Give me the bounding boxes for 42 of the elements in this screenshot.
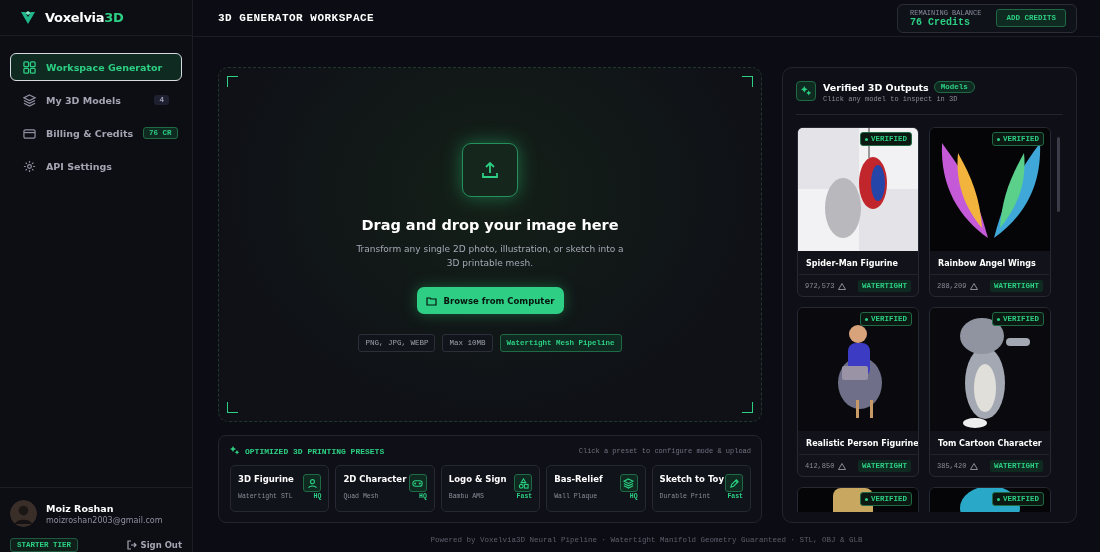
- model-title: Rainbow Angel Wings: [931, 251, 1049, 275]
- triangle-icon: [970, 462, 979, 470]
- shapes-icon: [517, 477, 529, 489]
- user-email: moizroshan2003@gmail.com: [46, 515, 163, 525]
- outputs-title: Verified 3D Outputs: [823, 81, 929, 93]
- grid-icon: [23, 60, 36, 74]
- layers-icon: [623, 477, 635, 489]
- scrollbar[interactable]: [1057, 137, 1060, 212]
- gamepad-icon: [412, 477, 424, 489]
- preset-name: 2D Character: [343, 474, 407, 484]
- drop-description: Transform any single 2D photo, illustration, or sketch into a 3D printable mesh.: [355, 243, 625, 270]
- pen-icon: [728, 477, 740, 489]
- triangle-icon: [838, 462, 847, 470]
- model-title: Tom Cartoon Character: [931, 431, 1049, 455]
- sign-out-button[interactable]: Sign Out: [126, 540, 182, 550]
- model-title: Realistic Person Figurine: [799, 431, 917, 455]
- presets-title: OPTIMIZED 3D PRINTING PRESETS: [245, 446, 385, 456]
- balance-value: 76 Credits: [910, 16, 972, 28]
- brand-name: Voxelvia3D: [45, 10, 124, 25]
- preset-name: Bas-Relief: [554, 474, 603, 484]
- triangle-icon: [838, 282, 847, 290]
- sign-out-icon: [126, 540, 137, 550]
- model-title: Spider-Man Figurine: [799, 251, 917, 275]
- triangle-icon: [970, 282, 979, 290]
- avatar: [10, 500, 37, 527]
- nav-item[interactable]: API Settings: [10, 152, 182, 180]
- user-name: Moiz Roshan: [46, 502, 115, 514]
- preset-name: 3D Figurine: [238, 474, 294, 484]
- folder-icon: [425, 295, 437, 306]
- sparkle-icon: [800, 85, 812, 97]
- sparkle-icon: [230, 446, 240, 456]
- browse-button[interactable]: Browse from Computer: [416, 287, 564, 314]
- upload-icon: [480, 160, 500, 180]
- preset-name: Sketch to Toy: [659, 474, 724, 484]
- card-icon: [23, 126, 36, 140]
- person-icon: [306, 477, 318, 489]
- nav-item[interactable]: Workspace Generator: [10, 53, 182, 81]
- preset-name: Logo & Sign: [448, 474, 507, 484]
- layers-icon: [23, 93, 36, 107]
- drop-title: Drag and drop your image here: [361, 217, 619, 233]
- settings-icon: [23, 159, 36, 173]
- page-title: 3D GENERATOR WORKSPACE: [218, 12, 375, 24]
